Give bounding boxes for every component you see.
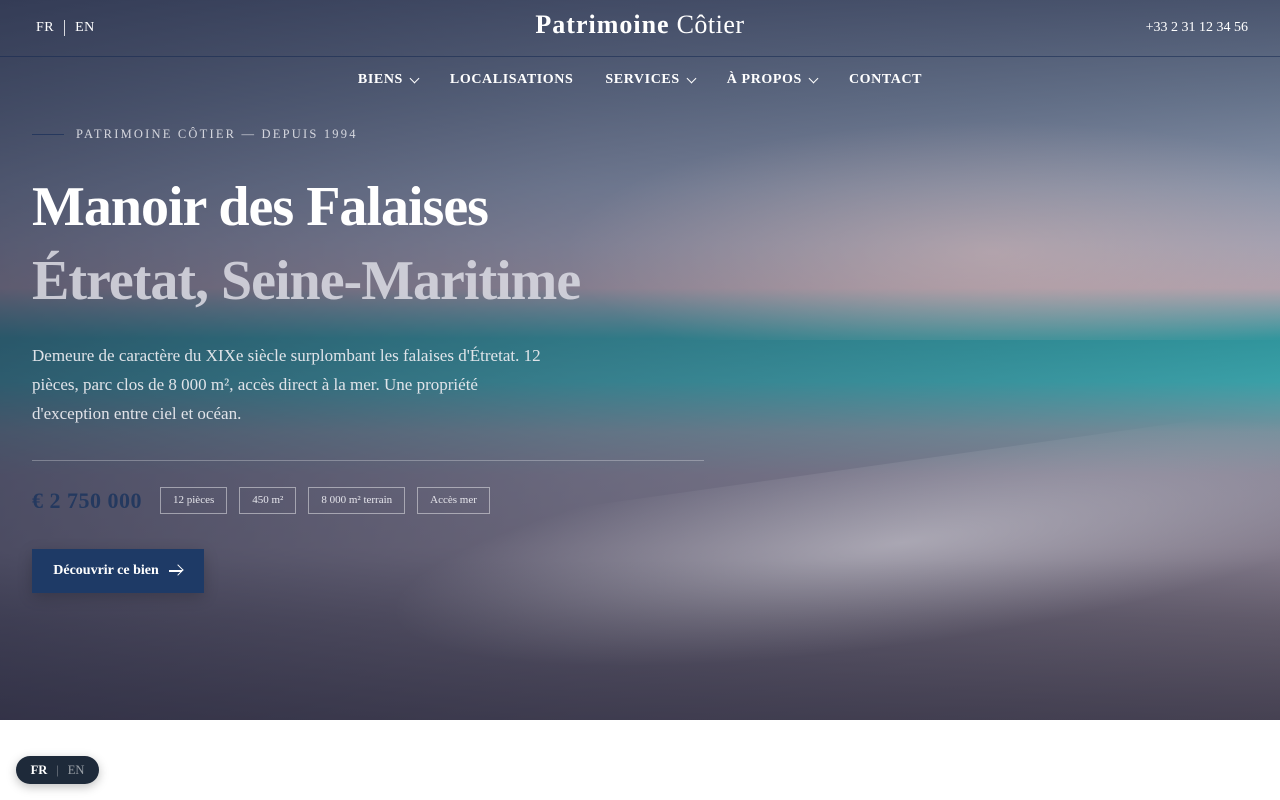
discover-property-button[interactable]: Découvrir ce bien [32, 549, 204, 593]
tag-land: 8 000 m² terrain [308, 487, 406, 514]
lang-pill-fr[interactable]: FR [31, 763, 48, 778]
tag-sea-access: Accès mer [417, 487, 490, 514]
hero-section: FR EN Patrimoine Côtier +33 2 31 12 34 5… [0, 0, 1280, 720]
discover-button-label: Découvrir ce bien [53, 563, 159, 578]
brand-logo[interactable]: Patrimoine Côtier [0, 10, 1280, 40]
nav-item-label: LOCALISATIONS [449, 72, 574, 87]
tag-rooms: 12 pièces [160, 487, 228, 514]
property-location: Étretat, Seine-Maritime [32, 250, 581, 312]
main-nav: BIENS LOCALISATIONS SERVICES À PROPOS CO… [0, 72, 1280, 88]
nav-item-label: À PROPOS [726, 72, 802, 87]
property-price: € 2 750 000 [32, 487, 142, 513]
nav-item-a-propos[interactable]: À PROPOS [726, 72, 819, 88]
nav-item-biens[interactable]: BIENS [357, 72, 420, 88]
eyebrow-line [32, 134, 64, 135]
tag-surface: 450 m² [239, 487, 297, 514]
lang-pill-separator: | [56, 762, 59, 777]
brand-name-light: Côtier [676, 10, 745, 39]
hero-background-sky [560, 120, 1280, 340]
property-description: Demeure de caractère du XIXe siècle surp… [32, 346, 541, 423]
chevron-down-icon [686, 73, 697, 83]
chevron-down-icon [409, 73, 420, 83]
nav-item-label: SERVICES [605, 72, 680, 87]
hero-eyebrow: PATRIMOINE CÔTIER — DEPUIS 1994 [32, 127, 358, 142]
header-divider [0, 56, 1280, 57]
hero-divider [32, 460, 704, 461]
chevron-down-icon [808, 73, 819, 83]
property-facts: € 2 750 000 12 pièces 450 m² 8 000 m² te… [32, 487, 490, 514]
eyebrow-text: PATRIMOINE CÔTIER — DEPUIS 1994 [76, 127, 358, 141]
nav-item-label: BIENS [357, 72, 403, 87]
lang-pill-en[interactable]: EN [68, 763, 85, 778]
arrow-right-icon [168, 564, 184, 577]
nav-item-label: CONTACT [848, 72, 923, 87]
nav-item-services[interactable]: SERVICES [605, 72, 697, 88]
phone-link[interactable]: +33 2 31 12 34 56 [1146, 20, 1248, 36]
language-switcher-pill: FR | EN [16, 756, 99, 784]
nav-item-localisations[interactable]: LOCALISATIONS [450, 72, 573, 88]
property-title: Manoir des Falaises [32, 176, 489, 238]
brand-name-bold: Patrimoine [535, 10, 670, 39]
nav-item-contact[interactable]: CONTACT [849, 72, 922, 88]
